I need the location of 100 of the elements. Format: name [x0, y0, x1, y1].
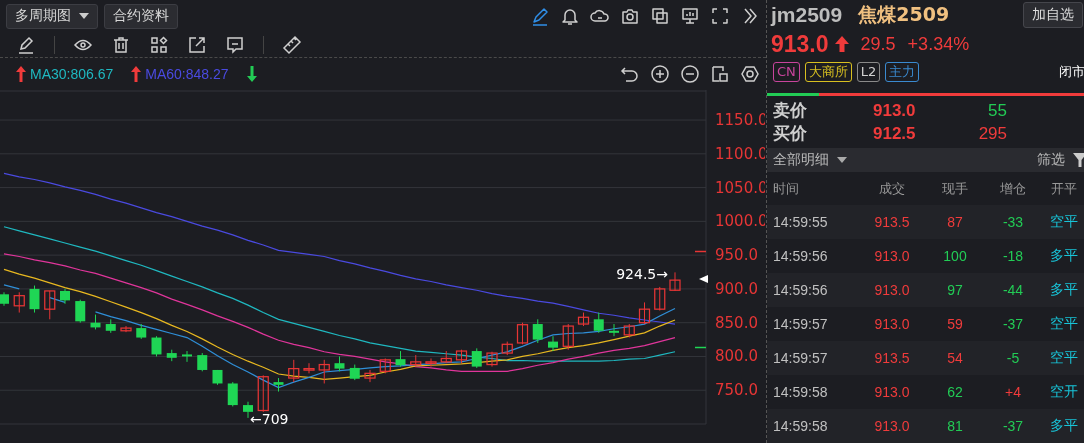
axis-label: 750.0: [715, 381, 758, 400]
candlestick: [364, 369, 376, 383]
hexagon-settings-icon[interactable]: [740, 64, 760, 84]
zoom-out-icon[interactable]: [680, 64, 700, 84]
tag: L2: [856, 62, 881, 83]
table-cell-text: 87: [946, 214, 964, 230]
candlestick: [669, 271, 681, 292]
add-watchlist-button[interactable]: 加自选: [1023, 2, 1083, 29]
monitor-icon[interactable]: [680, 6, 700, 26]
candlestick: [379, 358, 391, 374]
table-cell-text: 空平: [1049, 213, 1079, 231]
candlestick: [562, 323, 574, 351]
table-cell-text: 59: [946, 316, 964, 332]
order-volume: 55: [987, 100, 1007, 121]
tag: 主力: [885, 62, 920, 83]
candlestick: [334, 355, 345, 372]
last-price: 913.0: [771, 30, 829, 58]
camera-icon[interactable]: [620, 6, 640, 26]
current-price-pointer-icon: [699, 275, 708, 283]
window-icon[interactable]: [710, 64, 730, 84]
axis-label: 900.0: [715, 279, 758, 298]
copy-icon[interactable]: [650, 6, 670, 26]
tag: 大商所: [804, 62, 852, 83]
candlestick: [120, 325, 132, 333]
price-change: 29.5: [860, 33, 896, 55]
toolbar-button[interactable]: 合约资料: [104, 3, 178, 29]
candlestick: [623, 323, 635, 339]
column-header: 成交: [878, 179, 906, 198]
undo-icon[interactable]: [620, 64, 640, 84]
candlestick: [60, 288, 70, 305]
zoom-in-icon[interactable]: [650, 64, 670, 84]
detail-dropdown[interactable]: 全部明细: [773, 151, 847, 170]
candlestick: [136, 323, 147, 340]
order-label: 买价: [773, 122, 808, 146]
table-cell-text: 多平: [1049, 281, 1079, 299]
candlestick: [395, 350, 406, 368]
candlestick: [654, 286, 666, 311]
candlestick: [151, 335, 162, 357]
toolbar-button[interactable]: 多周期图: [6, 3, 98, 29]
table-cell-text: 81: [946, 418, 964, 434]
column-header: 增仓: [999, 179, 1027, 198]
table-cell-text: +4: [1004, 384, 1022, 400]
market-status: 闭市: [1059, 63, 1084, 82]
candlestick: [516, 322, 529, 345]
percent-change: +3.34%: [907, 33, 970, 55]
order-label: 卖价: [773, 99, 808, 123]
table-cell-text: 913.0: [873, 418, 911, 434]
table-cell-text: 14:59:56: [772, 282, 829, 298]
table-cell-text: 913.0: [873, 248, 911, 264]
table-cell-text: 100: [942, 248, 968, 264]
candlestick: [303, 362, 315, 374]
candlestick: [349, 364, 360, 381]
column-header: 开平: [1050, 179, 1078, 198]
table-cell-text: -5: [1005, 350, 1021, 366]
table-cell-text: -44: [1001, 282, 1025, 298]
axis-label: 950.0: [715, 246, 758, 265]
table-cell-text: 14:59:55: [772, 214, 829, 230]
order-volume: 295: [977, 123, 1007, 144]
table-cell-text: 913.0: [873, 316, 911, 332]
filter-button[interactable]: 筛选: [1037, 151, 1084, 170]
candlestick: [501, 341, 513, 356]
contract-code: jm2509: [771, 3, 843, 28]
table-cell-text: 97: [946, 282, 964, 298]
table-cell-text: -33: [1001, 214, 1025, 230]
axis-label: 850.0: [715, 313, 758, 332]
candlestick: [638, 301, 651, 325]
caret-icon: [837, 157, 847, 164]
ruler-icon[interactable]: [282, 34, 302, 55]
bell-icon[interactable]: [560, 6, 580, 26]
table-cell-text: 空开: [1049, 383, 1079, 401]
trash-icon[interactable]: [111, 34, 131, 55]
tag: CN: [773, 62, 800, 83]
pencil-icon[interactable]: [16, 34, 36, 55]
table-cell-text: 913.0: [873, 282, 911, 298]
candlestick: [532, 318, 543, 344]
table-cell-text: 空平: [1049, 315, 1079, 333]
comment-icon[interactable]: [225, 34, 245, 55]
candlestick: [318, 359, 330, 384]
table-cell-text: -37: [1001, 418, 1025, 434]
grid-icon[interactable]: [149, 34, 169, 55]
pencil-icon[interactable]: [530, 6, 550, 26]
candlestick: [227, 381, 238, 407]
table-cell-text: 多平: [1049, 247, 1079, 265]
price-annotation: 924.5→: [616, 266, 668, 282]
table-cell-text: 14:59:57: [772, 316, 829, 332]
table-cell-text: 14:59:56: [772, 248, 829, 264]
candlestick: [257, 374, 269, 413]
candlestick: [182, 350, 192, 363]
candlestick: [425, 358, 437, 368]
table-cell-text: 14:59:58: [772, 384, 829, 400]
fullscreen-icon[interactable]: [710, 6, 730, 26]
table-cell-text: 913.5: [873, 350, 911, 366]
export-icon[interactable]: [187, 34, 207, 55]
candlestick: [90, 314, 101, 330]
table-cell-text: 空平: [1049, 349, 1079, 367]
candlestick: [273, 377, 284, 393]
table-cell-text: 913.5: [873, 214, 911, 230]
candlestick: [609, 323, 619, 337]
candlestick: [44, 290, 56, 320]
column-header: 时间: [772, 179, 800, 198]
